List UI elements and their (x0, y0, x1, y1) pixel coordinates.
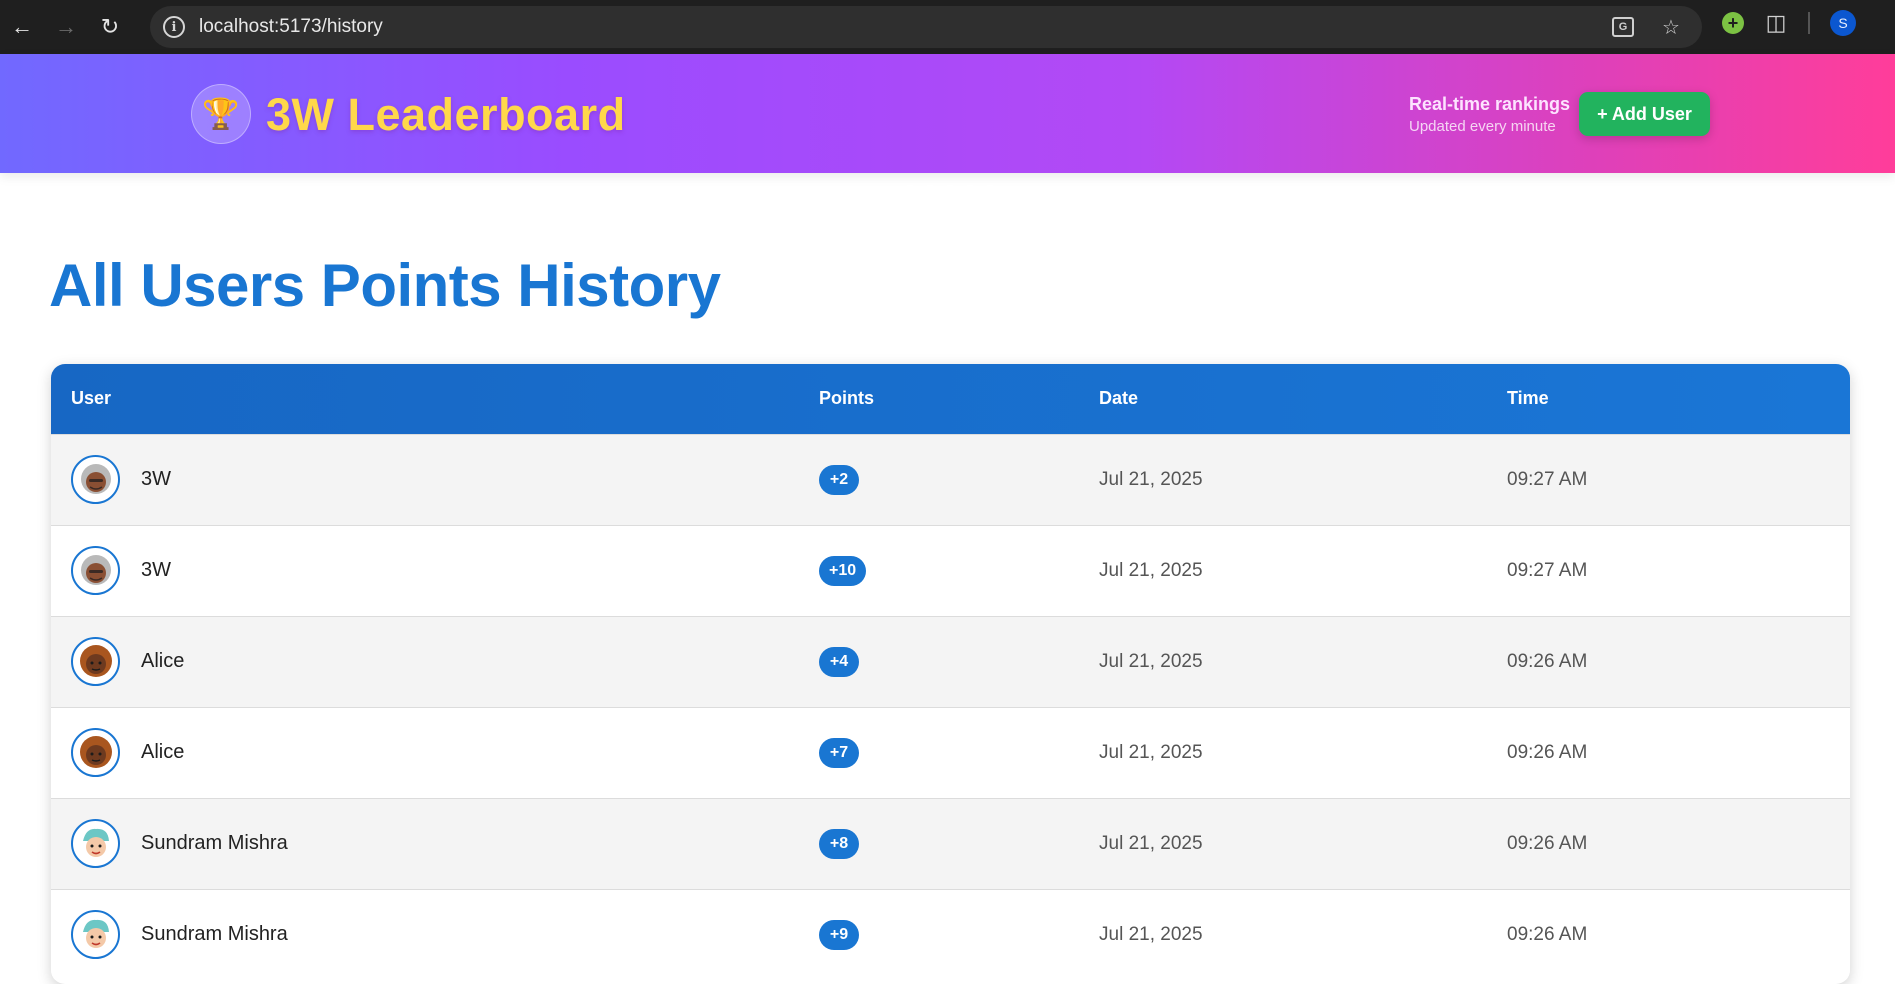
date-cell: Jul 21, 2025 (1099, 923, 1203, 945)
profile-avatar[interactable]: S (1830, 10, 1856, 36)
points-cell: +7 (819, 707, 1099, 798)
table-row: 3W +10 Jul 21, 2025 09:27 AM (51, 525, 1850, 616)
trophy-icon: 🏆 (191, 84, 251, 144)
bookmark-star-icon[interactable]: ☆ (1658, 14, 1684, 40)
column-header-time: Time (1507, 388, 1549, 409)
app-header: 🏆 3W Leaderboard Real-time rankings Upda… (0, 54, 1895, 194)
translate-icon[interactable]: G (1610, 14, 1636, 40)
points-cell: +8 (819, 798, 1099, 889)
brand-title[interactable]: 3W Leaderboard (266, 89, 626, 141)
date-cell: Jul 21, 2025 (1099, 832, 1203, 854)
column-header-user: User (71, 388, 112, 409)
more-menu-icon[interactable]: ⋮ (1890, 10, 1895, 36)
points-cell: +4 (819, 616, 1099, 707)
table-row: Sundram Mishra +8 Jul 21, 2025 09:26 AM (51, 798, 1850, 889)
points-badge: +4 (819, 646, 859, 677)
carousel-dots (905, 184, 995, 194)
column-header-date: Date (1099, 388, 1139, 409)
points-badge: +7 (819, 737, 859, 768)
dot-indicator (925, 184, 935, 194)
user-name: 3W (141, 559, 171, 581)
time-cell: 09:26 AM (1507, 923, 1588, 945)
add-user-button[interactable]: + Add User (1579, 92, 1710, 136)
user-cell: Sundram Mishra (51, 798, 819, 889)
points-cell: +10 (819, 525, 1099, 616)
points-cell: +9 (819, 889, 1099, 980)
avatar (71, 910, 120, 960)
realtime-info: Real-time rankings Updated every minute (1409, 94, 1570, 135)
table-row: Alice +4 Jul 21, 2025 09:26 AM (51, 616, 1850, 707)
user-name: 3W (141, 468, 171, 490)
extensions-puzzle-icon[interactable]: ◫ (1764, 10, 1788, 35)
points-badge: +2 (819, 464, 859, 495)
date-cell: Jul 21, 2025 (1099, 559, 1203, 581)
dot-indicator (945, 184, 955, 194)
time-cell: 09:26 AM (1507, 650, 1588, 672)
reload-icon[interactable]: ↻ (88, 5, 132, 49)
user-name: Alice (141, 650, 185, 672)
realtime-subtitle: Updated every minute (1409, 118, 1556, 135)
page-title: All Users Points History (49, 252, 721, 319)
date-cell: Jul 21, 2025 (1099, 468, 1203, 490)
table-row: 3W +2 Jul 21, 2025 09:27 AM (51, 434, 1850, 525)
table-row: Sundram Mishra +9 Jul 21, 2025 09:26 AM (51, 889, 1850, 980)
user-name: Sundram Mishra (141, 832, 288, 854)
address-bar[interactable]: i localhost:5173/history G ☆ (150, 6, 1702, 48)
points-badge: +10 (819, 555, 867, 586)
avatar (71, 546, 120, 595)
time-cell: 09:26 AM (1507, 741, 1588, 763)
dot-indicator (965, 184, 975, 194)
points-cell: +2 (819, 434, 1099, 525)
user-cell: Sundram Mishra (51, 889, 819, 980)
time-cell: 09:26 AM (1507, 832, 1588, 854)
realtime-title: Real-time rankings (1409, 94, 1571, 114)
time-cell: 09:27 AM (1507, 468, 1588, 490)
address-url[interactable]: localhost:5173/history (199, 16, 383, 38)
date-cell: Jul 21, 2025 (1099, 650, 1203, 672)
dot-indicator (905, 184, 915, 194)
user-cell: Alice (51, 616, 819, 707)
points-badge: +8 (819, 828, 859, 859)
site-info-icon[interactable]: i (163, 16, 185, 38)
points-badge: +9 (819, 919, 859, 950)
date-cell: Jul 21, 2025 (1099, 741, 1203, 763)
avatar (71, 455, 120, 504)
avatar (71, 819, 120, 868)
dot-indicator (985, 184, 995, 194)
forward-arrow-icon[interactable]: → (44, 5, 88, 49)
user-cell: 3W (51, 434, 819, 525)
time-cell: 09:27 AM (1507, 559, 1588, 581)
avatar (71, 728, 120, 777)
table-header-row: User Points Date Time (51, 364, 1850, 434)
extension-plus-icon[interactable]: + (1722, 12, 1744, 34)
browser-toolbar: ← → ↻ i localhost:5173/history G ☆ + ◫ S… (0, 0, 1895, 54)
toolbar-divider (1808, 12, 1810, 34)
user-cell: 3W (51, 525, 819, 616)
history-table: User Points Date Time 3W +2 Jul 21, 2025 09… (51, 364, 1850, 984)
avatar (71, 637, 120, 686)
back-arrow-icon[interactable]: ← (0, 5, 44, 49)
column-header-points: Points (819, 388, 875, 409)
user-name: Sundram Mishra (141, 923, 288, 946)
user-cell: Alice (51, 707, 819, 798)
table-row: Alice +7 Jul 21, 2025 09:26 AM (51, 707, 1850, 798)
user-name: Alice (141, 741, 185, 763)
